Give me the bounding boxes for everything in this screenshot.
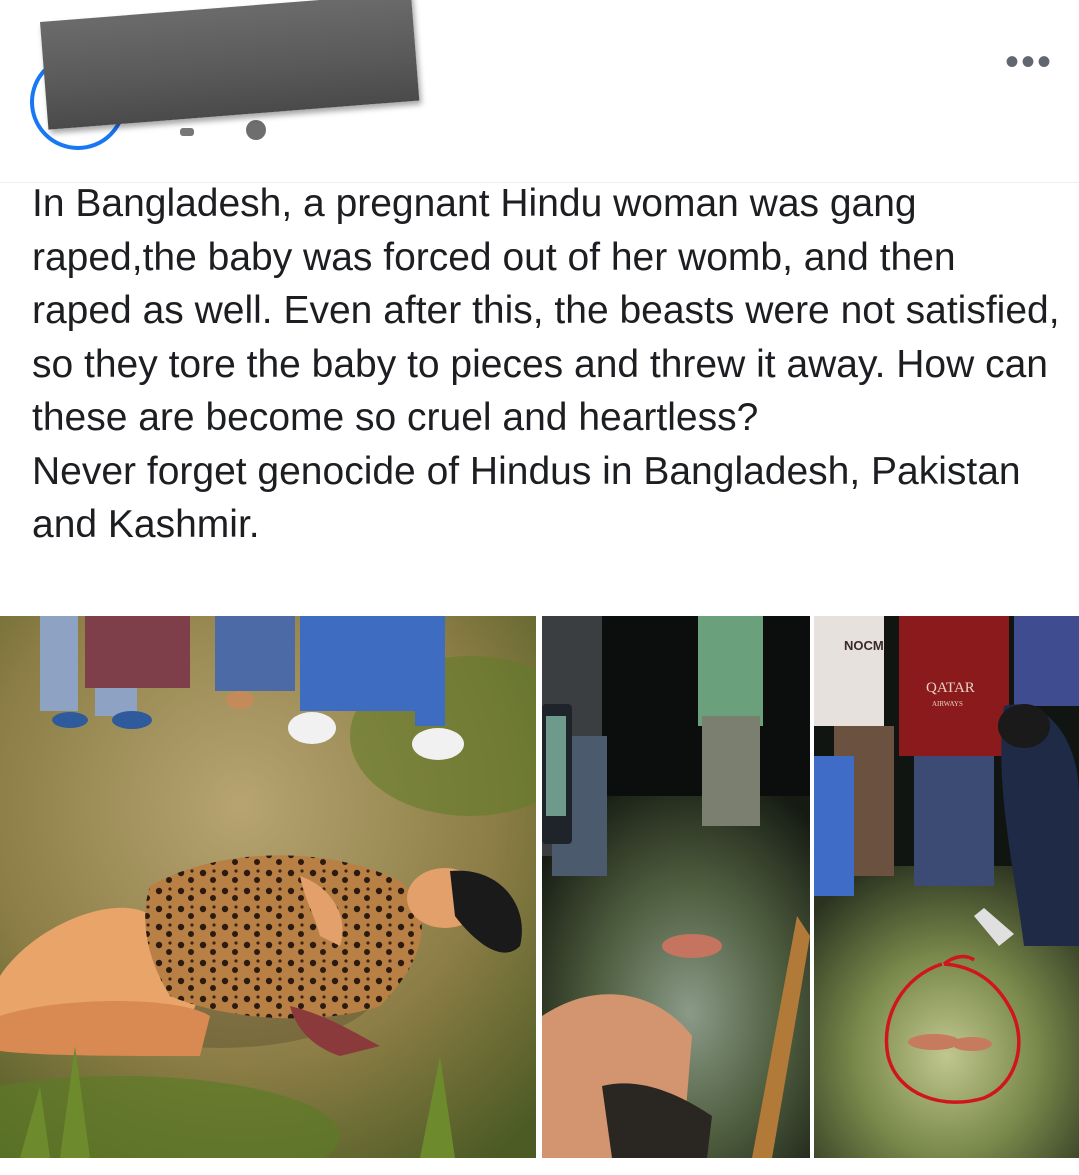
photo-night-2[interactable]: NOCM QATAR AIRWAYS <box>814 616 1079 1158</box>
post-meta <box>180 128 194 136</box>
night-photo-image <box>542 616 810 1158</box>
night-photo-image: NOCM QATAR AIRWAYS <box>814 616 1079 1158</box>
photo-illustration[interactable] <box>0 616 536 1158</box>
globe-icon <box>246 120 266 140</box>
more-horizontal-icon[interactable]: ••• <box>1005 42 1053 82</box>
post-paragraph: Never forget genocide of Hindus in Bangl… <box>32 449 1032 547</box>
post-header: ••• <box>0 0 1079 183</box>
post-paragraph: In Bangladesh, a pregnant Hindu woman wa… <box>32 182 1071 439</box>
shirt-text: QATAR <box>926 680 975 696</box>
photo-gallery[interactable]: NOCM QATAR AIRWAYS <box>0 616 1079 1158</box>
redaction-box <box>40 0 420 130</box>
shirt-text: NOCM <box>844 638 884 653</box>
photo-night-1[interactable] <box>542 616 810 1158</box>
post-text: In Bangladesh, a pregnant Hindu woman wa… <box>32 177 1062 552</box>
shirt-text: AIRWAYS <box>932 700 963 708</box>
illustration-image <box>0 616 536 1158</box>
